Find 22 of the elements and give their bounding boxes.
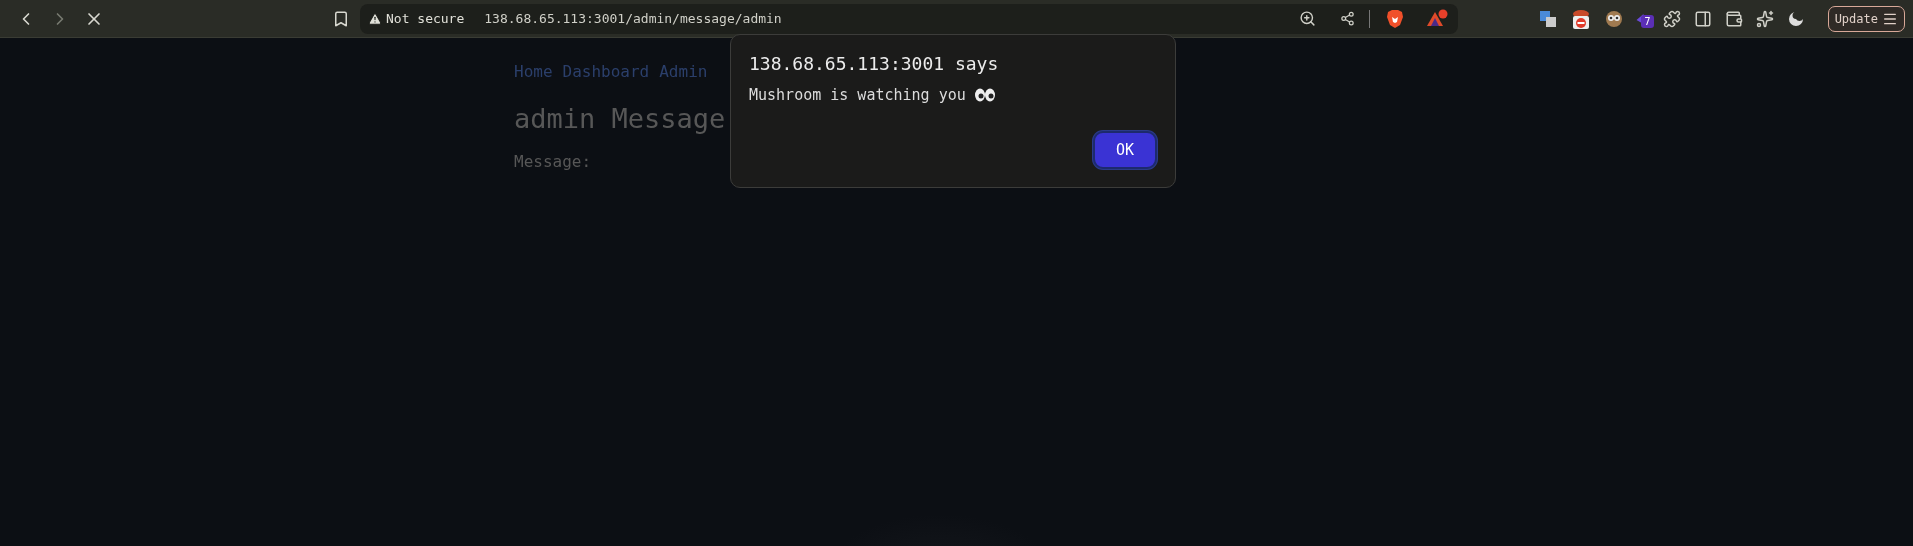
- eyes-icon: [973, 88, 996, 102]
- address-bar[interactable]: Not secure 138.68.65.113:3001/admin/message/admin: [360, 3, 1458, 34]
- sidebar-icon[interactable]: [1693, 9, 1712, 28]
- bookmark-icon: [332, 9, 350, 28]
- puzzle-icon[interactable]: [1662, 9, 1681, 28]
- translate-icon[interactable]: [1538, 9, 1557, 28]
- lion-shield-icon[interactable]: [1386, 8, 1404, 29]
- dialog-message: Mushroom is watching you: [749, 86, 966, 104]
- triangle-badge-icon[interactable]: [1426, 8, 1448, 29]
- zoom-icon[interactable]: [1299, 10, 1316, 27]
- page-heading: admin Message: [514, 103, 727, 134]
- wallet-icon[interactable]: [1724, 9, 1743, 28]
- security-indicator[interactable]: Not secure: [368, 11, 465, 26]
- sparkle-icon[interactable]: [1755, 9, 1774, 28]
- field-label: Message:: [514, 152, 593, 171]
- share-icon[interactable]: [1340, 11, 1355, 26]
- owl-icon[interactable]: [1604, 9, 1623, 28]
- ok-button[interactable]: OK: [1093, 131, 1157, 169]
- url-text: 138.68.65.113:3001/admin/message/admin: [484, 11, 783, 26]
- dialog-title: 138.68.65.113:3001 says: [749, 53, 1000, 74]
- update-button[interactable]: Update: [1827, 5, 1905, 32]
- extension-badge: 7: [1641, 14, 1654, 28]
